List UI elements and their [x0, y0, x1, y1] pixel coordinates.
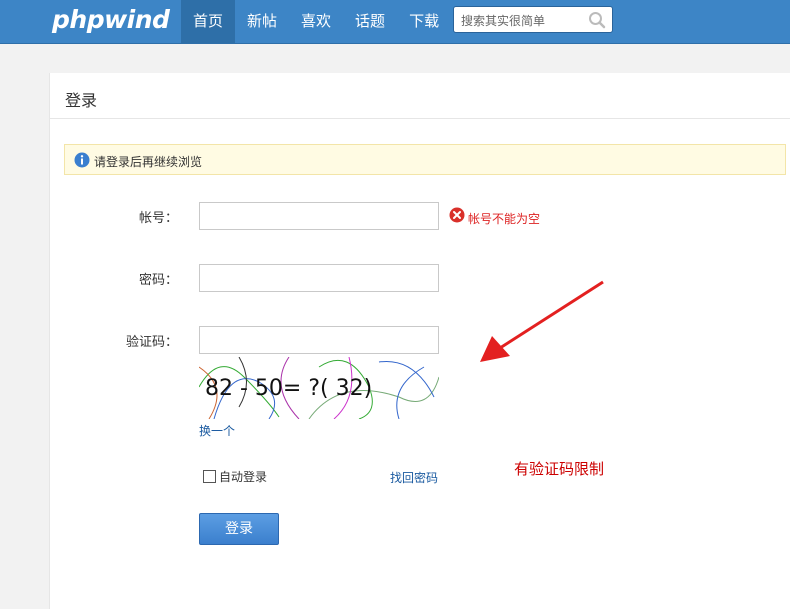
captcha-text: 82 - 50= ?( 32)	[205, 376, 372, 401]
nav-item-likes[interactable]: 喜欢	[289, 0, 343, 43]
change-captcha-link[interactable]: 换一个	[199, 422, 235, 439]
auto-login-checkbox[interactable]	[203, 470, 216, 483]
main-nav: 首页 新帖 喜欢 话题 下载	[181, 0, 451, 43]
auto-login-option[interactable]: 自动登录	[203, 468, 267, 485]
page-title: 登录	[65, 91, 98, 110]
search-box	[453, 6, 613, 33]
login-notice: 请登录后再继续浏览	[64, 144, 786, 175]
account-input[interactable]	[199, 202, 439, 230]
captcha-input[interactable]	[199, 326, 439, 354]
search-icon[interactable]	[588, 11, 606, 33]
error-icon	[449, 207, 465, 227]
login-button[interactable]: 登录	[199, 513, 279, 545]
forgot-password-link[interactable]: 找回密码	[390, 469, 438, 486]
info-icon	[74, 152, 90, 172]
top-navigation-bar: phpwind 首页 新帖 喜欢 话题 下载	[0, 0, 790, 44]
captcha-image[interactable]: 82 - 50= ?( 32)	[198, 356, 440, 423]
search-input[interactable]	[459, 11, 588, 31]
notice-text: 请登录后再继续浏览	[94, 155, 203, 169]
nav-item-new-posts[interactable]: 新帖	[235, 0, 289, 43]
auto-login-label: 自动登录	[219, 470, 268, 484]
password-label: 密码：	[138, 273, 178, 288]
nav-item-home[interactable]: 首页	[181, 0, 236, 43]
nav-item-download[interactable]: 下载	[397, 0, 451, 43]
nav-item-topics[interactable]: 话题	[343, 0, 397, 43]
password-input[interactable]	[199, 264, 439, 292]
captcha-annotation-text: 有验证码限制	[514, 460, 605, 478]
account-error-message: 帐号不能为空	[468, 212, 541, 226]
captcha-label: 验证码：	[125, 335, 178, 350]
red-arrow-annotation	[480, 280, 604, 362]
account-label: 帐号：	[138, 211, 178, 226]
site-logo[interactable]: phpwind	[52, 5, 170, 34]
panel-header: 登录	[50, 73, 790, 119]
